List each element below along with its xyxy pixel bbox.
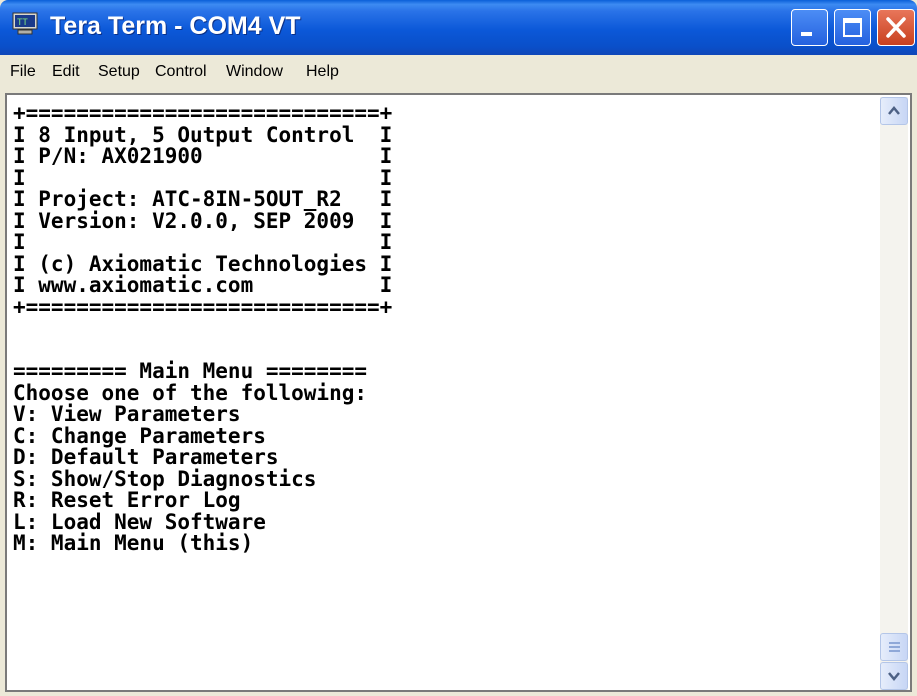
terminal-line: V: View Parameters — [13, 402, 241, 426]
terminal-line: S: Show/Stop Diagnostics — [13, 466, 317, 491]
terminal-line: I www.axiomatic.com I — [13, 273, 393, 297]
svg-text:TT: TT — [17, 18, 28, 28]
terminal-line: ========= Main Menu ======== — [13, 359, 368, 383]
terminal-line: I (c) Axiomatic Technologies I — [13, 251, 393, 276]
terminal-text: +============================+ I 8 Input… — [13, 101, 393, 555]
title-bar[interactable]: TT Tera Term - COM4 VT — [0, 0, 917, 55]
terminal-line: +============================+ — [13, 294, 393, 319]
minimize-button[interactable] — [791, 9, 828, 46]
scroll-thumb[interactable] — [880, 633, 908, 661]
chevron-down-icon — [888, 672, 900, 681]
tera-term-window: TT Tera Term - COM4 VT File Edit Setup C… — [0, 0, 917, 696]
terminal-line: Choose one of the following: — [13, 380, 368, 405]
menu-help[interactable]: Help — [306, 63, 339, 81]
scroll-up-button[interactable] — [880, 97, 908, 125]
terminal-line: I Project: ATC-8IN-5OUT_R2 I — [13, 187, 393, 211]
maximize-button[interactable] — [834, 9, 871, 46]
terminal-area[interactable]: +============================+ I 8 Input… — [5, 93, 912, 692]
terminal-line: I P/N: AX021900 I — [13, 144, 393, 168]
terminal-line: I Version: V2.0.0, SEP 2009 I — [13, 208, 393, 233]
terminal-line: I I — [13, 165, 393, 190]
terminal-line: R: Reset Error Log — [13, 488, 241, 512]
grip-icon — [889, 642, 900, 652]
chevron-up-icon — [888, 106, 900, 115]
terminal-line: C: Change Parameters — [13, 423, 266, 448]
terminal-line: L: Load New Software — [13, 509, 266, 534]
close-button[interactable] — [877, 9, 915, 46]
close-icon — [886, 17, 906, 38]
terminal-line: M: Main Menu (this) — [13, 531, 254, 555]
window-title: Tera Term - COM4 VT — [50, 12, 301, 40]
terminal-line: I 8 Input, 5 Output Control I — [13, 122, 393, 147]
terminal-line: I I — [13, 230, 393, 254]
terminal-line: +============================+ — [13, 101, 393, 125]
vertical-scrollbar[interactable] — [880, 97, 908, 690]
maximize-icon — [843, 18, 862, 37]
menu-control[interactable]: Control — [155, 63, 207, 81]
menu-edit[interactable]: Edit — [52, 63, 80, 81]
menu-file[interactable]: File — [10, 63, 36, 81]
scroll-down-button[interactable] — [880, 662, 908, 690]
minimize-icon — [801, 32, 812, 36]
menu-bar: File Edit Setup Control Window Help — [0, 55, 917, 91]
terminal-line: D: Default Parameters — [13, 445, 279, 469]
menu-window[interactable]: Window — [226, 63, 283, 81]
menu-setup[interactable]: Setup — [98, 63, 140, 81]
terminal-icon[interactable]: TT — [12, 12, 38, 36]
